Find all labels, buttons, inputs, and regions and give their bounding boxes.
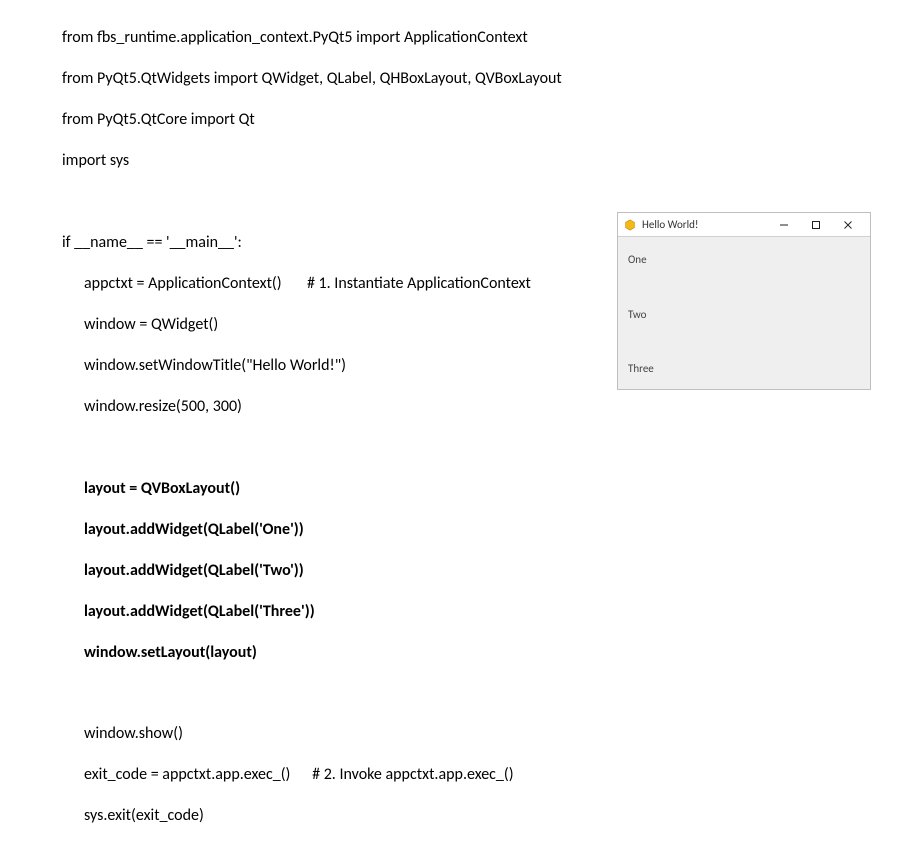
code-line-import3: from PyQt5.QtCore import Qt: [62, 110, 900, 130]
code-line-exit: sys.exit(exit_code): [62, 806, 900, 826]
code-line-import4: import sys: [62, 151, 900, 171]
code-line-setlayout: window.setLayout(layout): [62, 643, 900, 663]
code-block: from fbs_runtime.application_context.PyQ…: [0, 0, 900, 847]
blank-line: [62, 192, 900, 212]
app-window: Hello World! One Two Three: [617, 212, 871, 390]
app-icon: [624, 219, 636, 231]
code-line-resize: window.resize(500, 300): [62, 397, 900, 417]
titlebar: Hello World!: [618, 213, 870, 237]
window-title: Hello World!: [642, 218, 699, 231]
code-line-import2: from PyQt5.QtWidgets import QWidget, QLa…: [62, 69, 900, 89]
code-line-add-one: layout.addWidget(QLabel('One')): [62, 520, 900, 540]
label-one: One: [628, 253, 860, 266]
code-line-show: window.show(): [62, 724, 900, 744]
blank-line: [62, 683, 900, 703]
minimize-icon: [779, 220, 789, 230]
blank-line: [62, 438, 900, 458]
window-content: One Two Three: [618, 237, 870, 389]
code-line-exec: exit_code = appctxt.app.exec_() # 2. Inv…: [62, 765, 900, 785]
maximize-button[interactable]: [800, 214, 832, 236]
code-line-add-two: layout.addWidget(QLabel('Two')): [62, 561, 900, 581]
label-three: Three: [628, 362, 860, 375]
maximize-icon: [811, 220, 821, 230]
label-two: Two: [628, 308, 860, 321]
code-line-import1: from fbs_runtime.application_context.PyQ…: [62, 28, 900, 48]
code-line-add-three: layout.addWidget(QLabel('Three')): [62, 602, 900, 622]
close-icon: [843, 220, 853, 230]
minimize-button[interactable]: [768, 214, 800, 236]
code-line-layout-new: layout = QVBoxLayout(): [62, 479, 900, 499]
close-button[interactable]: [832, 214, 864, 236]
